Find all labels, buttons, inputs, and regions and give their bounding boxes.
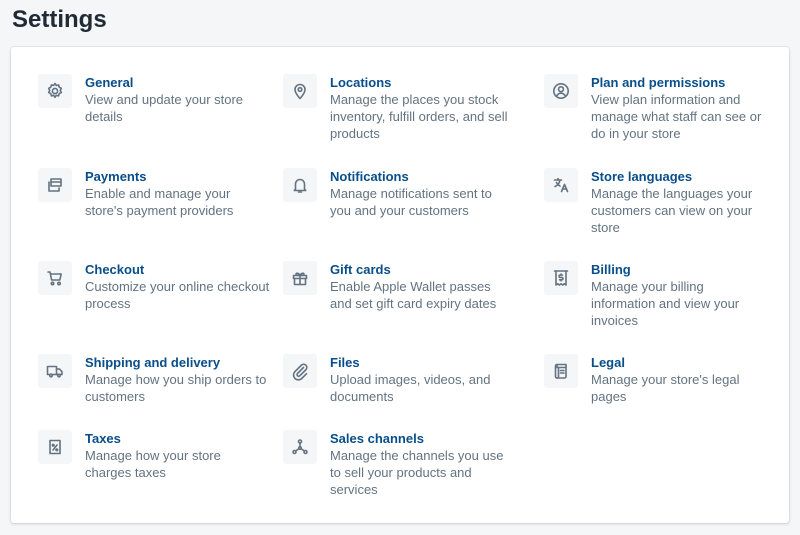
gift-cards-description: Enable Apple Wallet passes and set gift … (330, 279, 497, 311)
settings-item-notifications[interactable]: Notifications Manage notifications sent … (283, 168, 518, 223)
user-circle-icon (544, 74, 578, 108)
files-title: Files (330, 355, 360, 370)
taxes-description: Manage how your store charges taxes (85, 448, 221, 480)
sales-channels-description: Manage the channels you use to sell your… (330, 448, 504, 497)
page-title: Settings (12, 6, 107, 33)
checkout-title: Checkout (85, 262, 145, 277)
settings-item-general[interactable]: General View and update your store detai… (38, 74, 268, 134)
files-description: Upload images, videos, and documents (330, 372, 491, 404)
gift-icon (283, 261, 317, 295)
bell-icon (283, 168, 317, 202)
settings-item-checkout[interactable]: Checkout Customize your online checkout … (38, 261, 270, 316)
shipping-title: Shipping and delivery (85, 355, 221, 370)
plan-title: Plan and permissions (591, 75, 726, 90)
locations-description: Manage the places you stock inventory, f… (330, 92, 508, 141)
taxes-title: Taxes (85, 431, 121, 446)
billing-description: Manage your billing information and view… (591, 279, 740, 328)
settings-item-payments[interactable]: Payments Enable and manage your store's … (38, 168, 268, 223)
billing-title: Billing (591, 262, 631, 277)
scroll-icon (544, 354, 578, 388)
settings-item-legal[interactable]: Legal Manage your store's legal pages (544, 354, 774, 409)
store-languages-description: Manage the languages your customers can … (591, 186, 753, 235)
gift-cards-title: Gift cards (330, 262, 391, 277)
sales-channels-title: Sales channels (330, 431, 424, 446)
translate-icon (544, 168, 578, 202)
tax-icon (38, 430, 72, 464)
settings-item-files[interactable]: Files Upload images, videos, and documen… (283, 354, 518, 409)
settings-item-plan[interactable]: Plan and permissions View plan informati… (544, 74, 774, 144)
general-description: View and update your store details (85, 92, 244, 124)
payments-description: Enable and manage your store's payment p… (85, 186, 234, 218)
legal-title: Legal (591, 355, 625, 370)
settings-item-taxes[interactable]: Taxes Manage how your store charges taxe… (38, 430, 268, 485)
shipping-description: Manage how you ship orders to customers (85, 372, 267, 404)
settings-card: General View and update your store detai… (11, 47, 789, 523)
cart-icon (38, 261, 72, 295)
gear-icon (38, 74, 72, 108)
settings-item-shipping[interactable]: Shipping and delivery Manage how you shi… (38, 354, 268, 409)
channels-icon (283, 430, 317, 464)
payments-title: Payments (85, 169, 147, 184)
store-languages-title: Store languages (591, 169, 693, 184)
locations-title: Locations (330, 75, 392, 90)
card-icon (38, 168, 72, 202)
plan-description: View plan information and manage what st… (591, 92, 762, 141)
settings-item-billing[interactable]: Billing Manage your billing information … (544, 261, 774, 331)
settings-item-locations[interactable]: Locations Manage the places you stock in… (283, 74, 518, 144)
truck-icon (38, 354, 72, 388)
settings-page: Settings General View and update your st… (0, 0, 800, 535)
notifications-title: Notifications (330, 169, 409, 184)
general-title: General (85, 75, 134, 90)
settings-item-store-languages[interactable]: Store languages Manage the languages you… (544, 168, 774, 238)
legal-description: Manage your store's legal pages (591, 372, 740, 404)
billing-icon (544, 261, 578, 295)
location-pin-icon (283, 74, 317, 108)
checkout-description: Customize your online checkout process (85, 279, 270, 311)
notifications-description: Manage notifications sent to you and you… (330, 186, 492, 218)
settings-item-gift-cards[interactable]: Gift cards Enable Apple Wallet passes an… (283, 261, 518, 316)
settings-item-sales-channels[interactable]: Sales channels Manage the channels you u… (283, 430, 518, 500)
paperclip-icon (283, 354, 317, 388)
